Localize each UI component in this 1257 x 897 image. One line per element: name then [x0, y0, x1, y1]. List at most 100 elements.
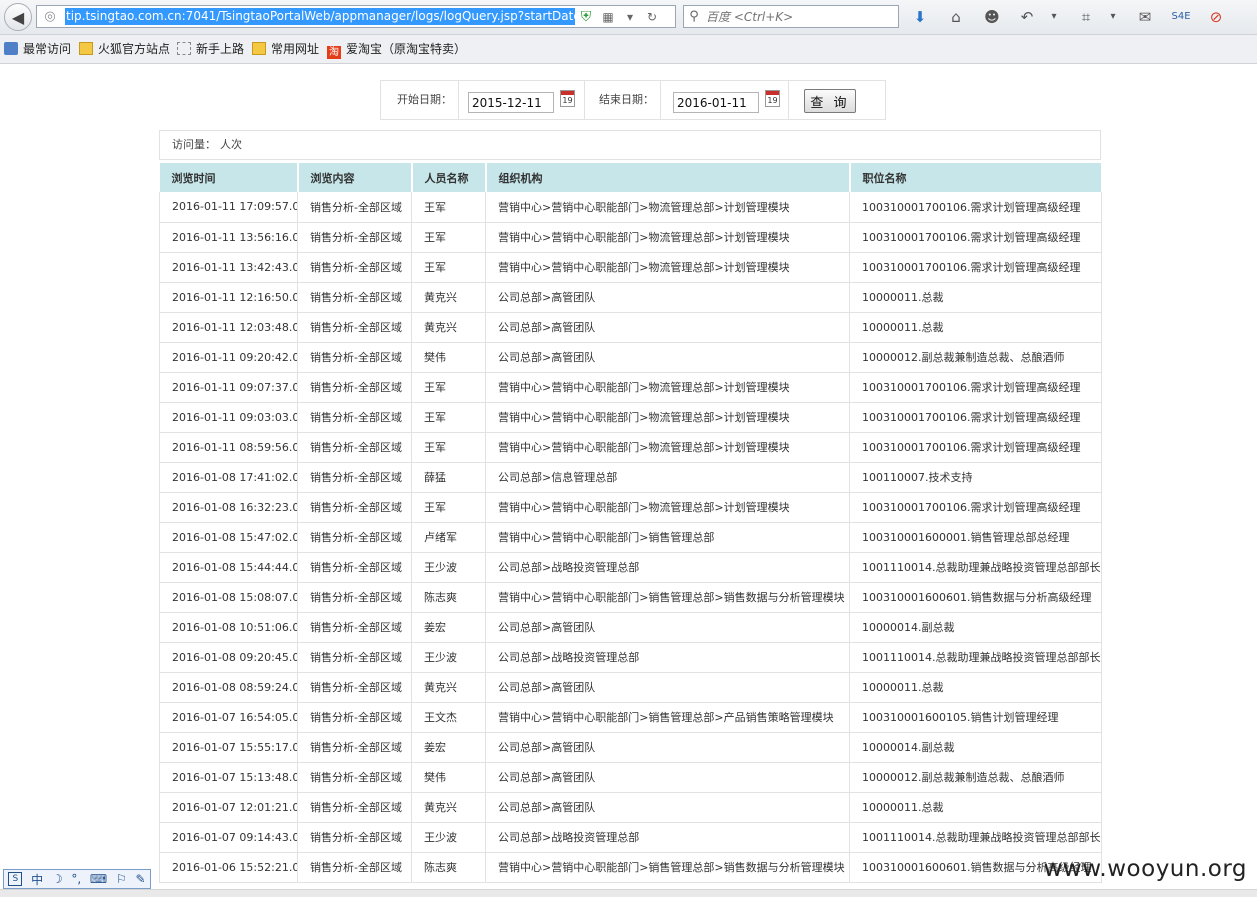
cell-position: 100310001600105.销售计划管理经理: [849, 702, 1102, 733]
ime-moon-icon[interactable]: ☽: [52, 872, 63, 886]
cell-organization: 营销中心>营销中心职能部门>物流管理总部>计划管理模块: [485, 222, 850, 253]
url-text[interactable]: tip.tsingtao.com.cn:7041/TsingtaoPortalW…: [65, 8, 575, 25]
table-header-row: 浏览时间 浏览内容 人员名称 组织机构 职位名称: [159, 163, 1103, 192]
cell-browse-content: 销售分析-全部区域: [297, 552, 412, 583]
cell-position: 10000011.总裁: [849, 282, 1102, 313]
back-arrow-icon[interactable]: ◀: [4, 3, 32, 31]
cell-organization: 公司总部>高管团队: [485, 282, 850, 313]
search-input[interactable]: [704, 8, 888, 25]
ime-chinese-toggle[interactable]: 中: [31, 871, 43, 888]
search-bar[interactable]: ⚲: [683, 5, 899, 28]
browser-toolbar: ◀ ◎ tip.tsingtao.com.cn:7041/TsingtaoPor…: [0, 0, 1257, 35]
cell-organization: 公司总部>战略投资管理总部: [485, 642, 850, 673]
cell-browse-time: 2016-01-08 08:59:24.0: [159, 672, 298, 703]
cell-position: 10000012.副总裁兼制造总裁、总酿酒师: [849, 342, 1102, 373]
url-bar[interactable]: ◎ tip.tsingtao.com.cn:7041/TsingtaoPorta…: [36, 5, 676, 28]
cell-browse-time: 2016-01-06 15:52:21.0: [159, 852, 298, 883]
cell-position: 100310001700106.需求计划管理高级经理: [849, 192, 1102, 223]
cell-organization: 营销中心>营销中心职能部门>物流管理总部>计划管理模块: [485, 402, 850, 433]
home-icon[interactable]: ⌂: [945, 6, 967, 28]
ime-flag-icon[interactable]: ⚐: [116, 872, 127, 886]
cell-browse-time: 2016-01-11 09:07:37.0: [159, 372, 298, 403]
end-date-input[interactable]: [673, 92, 759, 113]
table-row: 2016-01-08 08:59:24.0 销售分析-全部区域 黄克兴 公司总部>高管…: [159, 672, 1102, 703]
start-date-input[interactable]: [468, 92, 554, 113]
cell-browse-content: 销售分析-全部区域: [297, 612, 412, 643]
cell-browse-time: 2016-01-11 13:42:43.0: [159, 252, 298, 283]
column-header-organization: 组织机构: [485, 163, 851, 192]
table-row: 2016-01-11 13:56:16.0 销售分析-全部区域 王军 营销中心>营销中…: [159, 222, 1102, 253]
cell-person-name: 黄克兴: [411, 792, 486, 823]
comment-icon[interactable]: ✉: [1134, 6, 1156, 28]
table-row: 2016-01-11 12:16:50.0 销售分析-全部区域 黄克兴 公司总部>高管…: [159, 282, 1102, 313]
table-row: 2016-01-11 09:03:03.0 销售分析-全部区域 王军 营销中心>营销中…: [159, 402, 1102, 433]
chat-icon[interactable]: ☻: [981, 6, 1003, 28]
cell-person-name: 卢绪军: [411, 522, 486, 553]
cell-browse-time: 2016-01-11 12:16:50.0: [159, 282, 298, 313]
s4e-icon[interactable]: S4E: [1170, 6, 1192, 28]
ime-keyboard-icon[interactable]: ⌨: [90, 872, 107, 886]
calendar-icon[interactable]: 19: [560, 90, 575, 107]
shield-icon[interactable]: ⛨: [575, 9, 597, 25]
visit-count-unit: 人次: [220, 138, 242, 151]
start-date-label: 开始日期：: [397, 93, 452, 106]
crop-dropdown-icon[interactable]: ▾: [1102, 6, 1124, 28]
bookmark-getting-started[interactable]: 新手上路: [177, 40, 244, 58]
cell-organization: 营销中心>营销中心职能部门>物流管理总部>计划管理模块: [485, 432, 850, 463]
ime-punctuation-icon[interactable]: °,: [71, 872, 81, 886]
bookmark-firefox-site[interactable]: 火狐官方站点: [79, 40, 170, 58]
cell-browse-time: 2016-01-08 15:47:02.0: [159, 522, 298, 553]
log-table-body: 2016-01-11 17:09:57.0 销售分析-全部区域 王军 营销中心>营销中…: [159, 192, 1102, 883]
visit-count: 访问量： 人次: [159, 130, 1101, 160]
table-row: 2016-01-11 09:07:37.0 销售分析-全部区域 王军 营销中心>营销中…: [159, 372, 1102, 403]
undo-dropdown-icon[interactable]: ▾: [1043, 6, 1065, 28]
cell-organization: 公司总部>战略投资管理总部: [485, 822, 850, 853]
cell-person-name: 王文杰: [411, 702, 486, 733]
dropdown-icon[interactable]: ▾: [619, 10, 641, 24]
ime-toolbar: S 中 ☽ °, ⌨ ⚐ ✎: [3, 869, 151, 889]
cell-person-name: 黄克兴: [411, 282, 486, 313]
qr-code-icon[interactable]: ▦: [597, 10, 619, 24]
cell-organization: 公司总部>高管团队: [485, 732, 850, 763]
cell-organization: 营销中心>营销中心职能部门>销售管理总部>销售数据与分析管理模块: [485, 582, 850, 613]
cell-organization: 营销中心>营销中心职能部门>销售管理总部>产品销售策略管理模块: [485, 702, 850, 733]
cell-person-name: 王军: [411, 432, 486, 463]
cell-organization: 营销中心>营销中心职能部门>销售管理总部>销售数据与分析管理模块: [485, 852, 850, 883]
cell-browse-time: 2016-01-08 10:51:06.0: [159, 612, 298, 643]
cell-browse-content: 销售分析-全部区域: [297, 732, 412, 763]
cell-browse-content: 销售分析-全部区域: [297, 642, 412, 673]
bookmark-taobao[interactable]: 淘爱淘宝（原淘宝特卖）: [327, 40, 466, 59]
cell-browse-content: 销售分析-全部区域: [297, 282, 412, 313]
cell-position: 10000014.副总裁: [849, 612, 1102, 643]
table-row: 2016-01-08 15:44:44.0 销售分析-全部区域 王少波 公司总部>战略…: [159, 552, 1102, 583]
ime-tools-icon[interactable]: ✎: [135, 872, 145, 886]
cell-person-name: 薛猛: [411, 462, 486, 493]
reload-icon[interactable]: ↻: [641, 10, 663, 24]
cell-position: 10000011.总裁: [849, 672, 1102, 703]
table-row: 2016-01-11 13:42:43.0 销售分析-全部区域 王军 营销中心>营销中…: [159, 252, 1102, 283]
crop-icon[interactable]: ⌗: [1075, 6, 1097, 28]
column-header-person-name: 人员名称: [411, 163, 487, 192]
bookmark-most-visited[interactable]: 最常访问: [4, 40, 71, 58]
cell-position: 10000012.副总裁兼制造总裁、总酿酒师: [849, 762, 1102, 793]
bookmark-common-sites[interactable]: 常用网址: [252, 40, 319, 58]
cell-browse-time: 2016-01-08 15:08:07.0: [159, 582, 298, 613]
calendar-icon[interactable]: 19: [765, 90, 780, 107]
download-icon[interactable]: ⬇: [909, 6, 931, 28]
cell-organization: 公司总部>高管团队: [485, 792, 850, 823]
cell-person-name: 姜宏: [411, 612, 486, 643]
table-row: 2016-01-08 17:41:02.0 销售分析-全部区域 薛猛 公司总部>信息管…: [159, 462, 1102, 493]
cell-position: 100310001700106.需求计划管理高级经理: [849, 222, 1102, 253]
query-button[interactable]: 查 询: [804, 89, 856, 113]
table-row: 2016-01-08 09:20:45.0 销售分析-全部区域 王少波 公司总部>战略…: [159, 642, 1102, 673]
cell-browse-time: 2016-01-11 09:20:42.0: [159, 342, 298, 373]
ime-logo-icon[interactable]: S: [8, 872, 23, 886]
log-table: 浏览时间 浏览内容 人员名称 组织机构 职位名称 2016-01-11 17:0…: [159, 163, 1103, 883]
cell-position: 100310001600601.销售数据与分析高级经理: [849, 582, 1102, 613]
cell-browse-time: 2016-01-07 16:54:05.0: [159, 702, 298, 733]
undo-icon[interactable]: ↶: [1016, 6, 1038, 28]
end-date-label: 结束日期：: [599, 93, 654, 106]
cell-organization: 公司总部>高管团队: [485, 672, 850, 703]
cell-person-name: 樊伟: [411, 762, 486, 793]
block-icon[interactable]: ⊘: [1205, 6, 1227, 28]
